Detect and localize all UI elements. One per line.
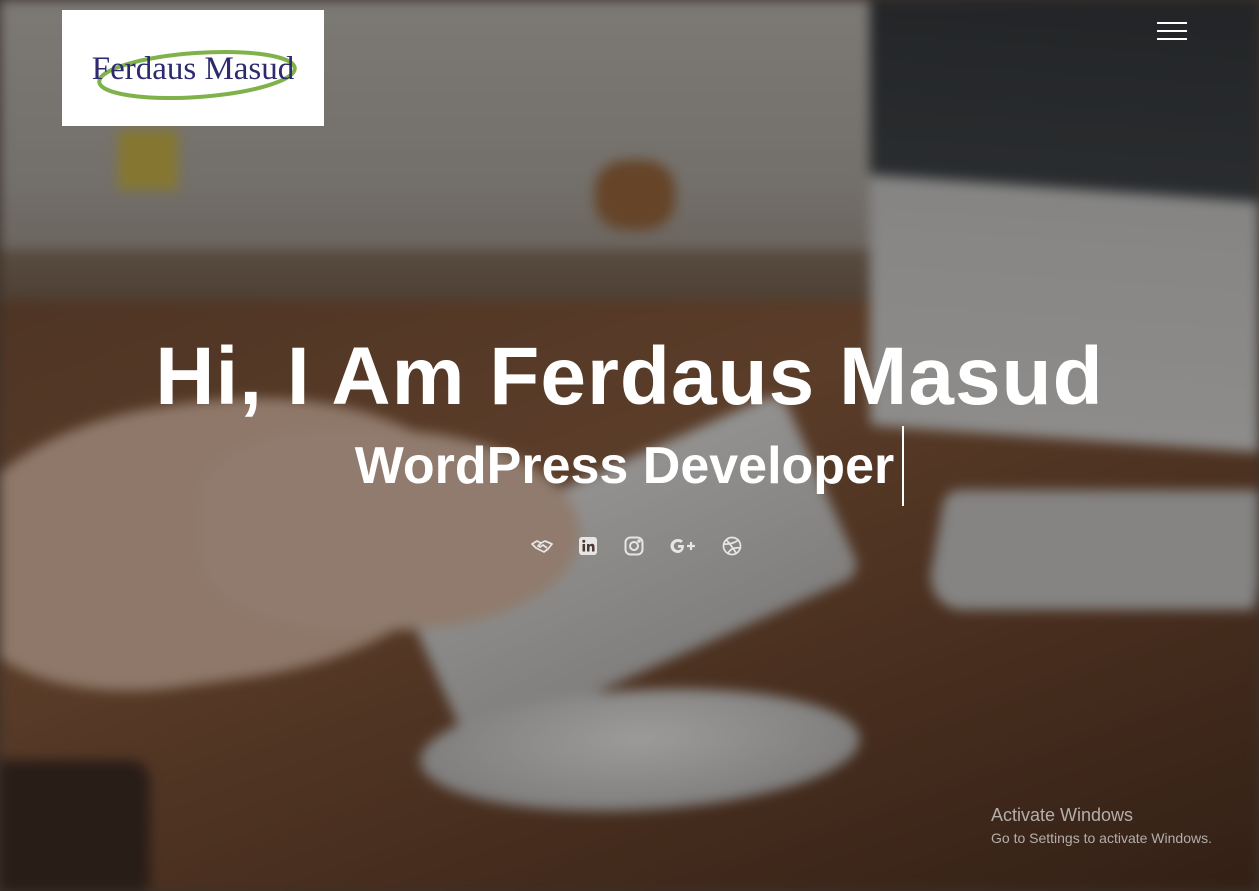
hamburger-menu-icon[interactable]: [1155, 18, 1189, 44]
watermark-title: Activate Windows: [991, 805, 1134, 825]
instagram-icon[interactable]: [622, 534, 646, 558]
logo-mark: Ferdaus Masud: [92, 50, 297, 100]
logo-text: Ferdaus Masud: [92, 51, 295, 87]
windows-activation-watermark: Activate Windows Go to Settings to activ…: [991, 804, 1212, 848]
hero-subtitle: WordPress Developer: [0, 426, 1259, 507]
social-links: [530, 534, 744, 558]
linkedin-icon[interactable]: [576, 534, 600, 558]
watermark-subtitle: Go to Settings to activate Windows.: [991, 830, 1212, 846]
handshake-icon[interactable]: [530, 534, 554, 558]
typing-cursor: [902, 426, 905, 507]
hero-title: Hi, I Am Ferdaus Masud: [155, 331, 1104, 422]
dribbble-icon[interactable]: [720, 534, 744, 558]
hero-subtitle-text: WordPress Developer: [354, 437, 895, 495]
google-plus-icon[interactable]: [668, 534, 698, 558]
site-logo[interactable]: Ferdaus Masud: [62, 10, 324, 126]
